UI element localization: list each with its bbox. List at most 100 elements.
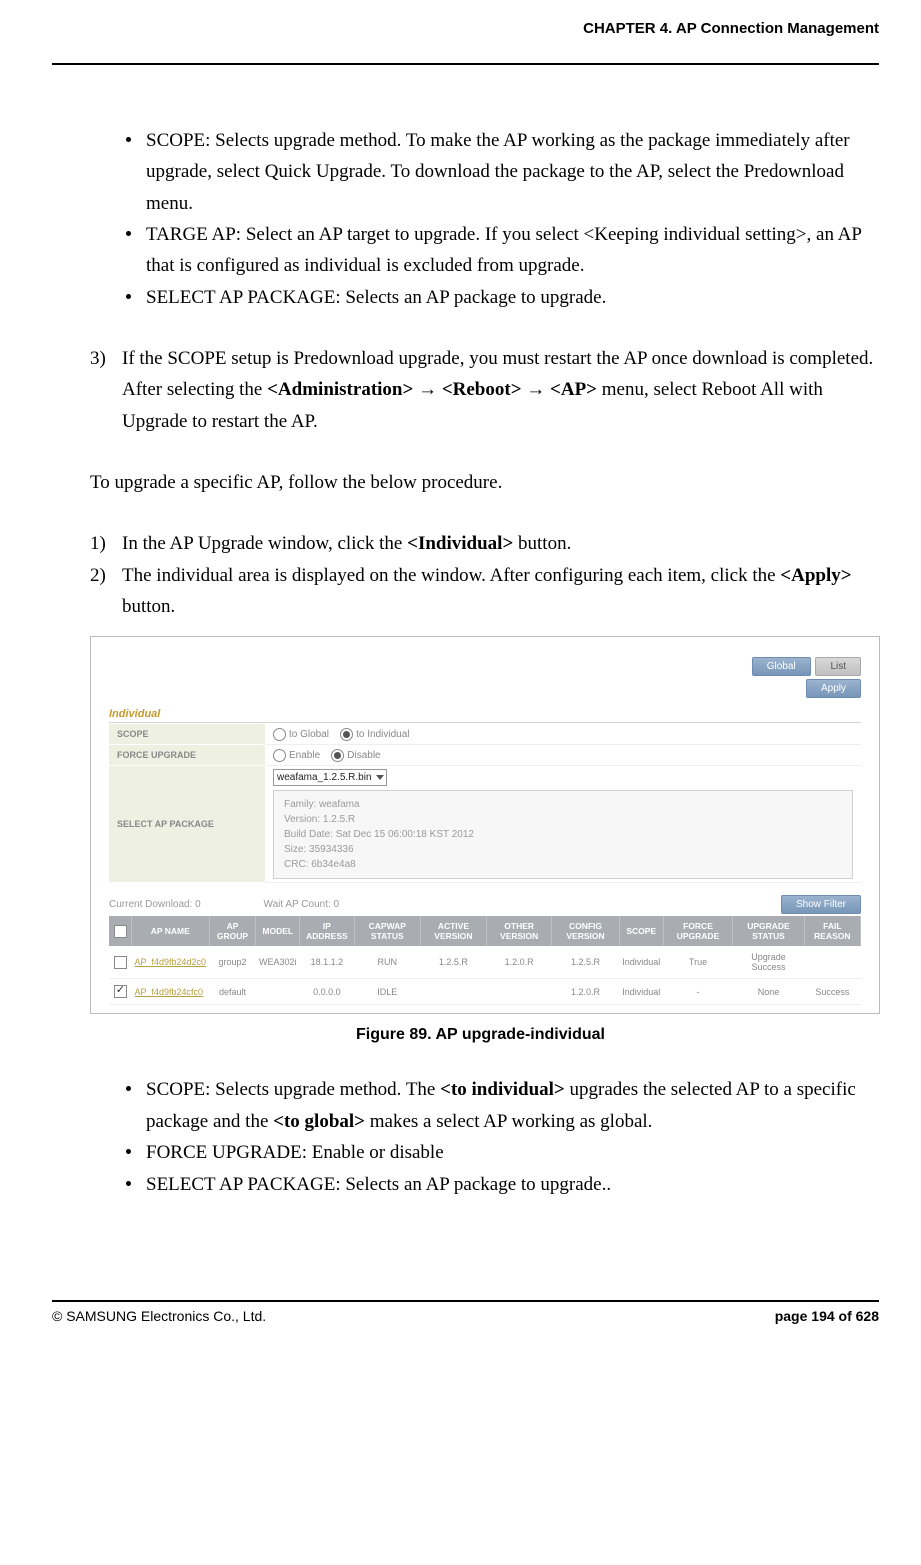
step-text: In the AP Upgrade window, click the <Ind…: [122, 528, 879, 559]
col-fail-reason: FAIL REASON: [804, 916, 860, 946]
text-run: SCOPE: Selects upgrade method. The: [146, 1079, 440, 1100]
cell: IDLE: [354, 979, 420, 1005]
col-ap-name: AP NAME: [132, 916, 210, 946]
label-select-package: SELECT AP PACKAGE: [109, 766, 265, 883]
package-info-box: Family: weafama Version: 1.2.5.R Build D…: [273, 790, 853, 879]
col-other-ver: OTHER VERSION: [487, 916, 552, 946]
cell: [256, 979, 300, 1005]
col-model: MODEL: [256, 916, 300, 946]
bold-run: <Apply>: [780, 565, 851, 586]
col-ap-group: AP GROUP: [209, 916, 256, 946]
screenshot-figure: Global List Apply Individual SCOPE to Gl…: [90, 636, 880, 1014]
row-checkbox[interactable]: [114, 956, 127, 969]
section-title-individual: Individual: [109, 708, 861, 723]
count-current-download: Current Download: 0: [109, 899, 201, 910]
col-upgrade-status: UPGRADE STATUS: [733, 916, 804, 946]
package-select[interactable]: weafama_1.2.5.R.bin: [273, 769, 387, 786]
cell: Upgrade Success: [733, 946, 804, 979]
bold-run: <Individual>: [407, 533, 513, 554]
text-run: button.: [122, 596, 175, 617]
table-row: AP_f4d9fb24d2c0 group2 WEA302i 18.1.1.2 …: [109, 946, 861, 979]
ap-link[interactable]: AP_f4d9fb24cfc0: [135, 987, 204, 997]
form-table: SCOPE to Global to Individual FORCE UPGR…: [109, 724, 861, 883]
info-line: Version: 1.2.5.R: [284, 812, 842, 827]
cell: 1.2.0.R: [487, 946, 552, 979]
cell: 1.2.5.R: [552, 946, 619, 979]
bullet-item: TARGE AP: Select an AP target to upgrade…: [126, 219, 879, 282]
col-ip: IP ADDRESS: [300, 916, 355, 946]
step-number: 3): [90, 343, 122, 437]
cell: -: [663, 979, 733, 1005]
radio-disable[interactable]: [331, 749, 344, 762]
cell: [487, 979, 552, 1005]
global-button[interactable]: Global: [752, 657, 811, 676]
cell: 0.0.0.0: [300, 979, 355, 1005]
ap-link[interactable]: AP_f4d9fb24d2c0: [135, 957, 207, 967]
radio-label: Enable: [289, 750, 320, 761]
checkbox-all[interactable]: [114, 925, 127, 938]
info-line: CRC: 6b34e4a8: [284, 857, 842, 872]
footer-copyright: © SAMSUNG Electronics Co., Ltd.: [52, 1308, 266, 1324]
show-filter-button[interactable]: Show Filter: [781, 895, 861, 914]
col-active-ver: ACTIVE VERSION: [420, 916, 486, 946]
bullet-list-1: SCOPE: Selects upgrade method. To make t…: [82, 125, 879, 313]
cell: Success: [804, 979, 860, 1005]
radio-to-individual[interactable]: [340, 728, 353, 741]
table-row: AP_f4d9fb24cfc0 default 0.0.0.0 IDLE 1.2…: [109, 979, 861, 1005]
bullet-item: FORCE UPGRADE: Enable or disable: [126, 1137, 879, 1168]
text-run: button.: [513, 533, 571, 554]
bold-run: <AP>: [550, 379, 597, 400]
numbered-step-3: 3) If the SCOPE setup is Predownload upg…: [82, 343, 879, 437]
cell: WEA302i: [256, 946, 300, 979]
footer-page-number: page 194 of 628: [775, 1308, 879, 1324]
bold-run: <Reboot>: [442, 379, 522, 400]
cell: 1.2.5.R: [420, 946, 486, 979]
cell: [420, 979, 486, 1005]
ap-grid: AP NAME AP GROUP MODEL IP ADDRESS CAPWAP…: [109, 916, 861, 1005]
bullet-item: SCOPE: Selects upgrade method. To make t…: [126, 125, 879, 219]
cell: True: [663, 946, 733, 979]
step-text: If the SCOPE setup is Predownload upgrad…: [122, 343, 879, 437]
label-scope: SCOPE: [109, 724, 265, 745]
figure-caption: Figure 89. AP upgrade-individual: [82, 1026, 879, 1044]
label-force-upgrade: FORCE UPGRADE: [109, 745, 265, 766]
chapter-header: CHAPTER 4. AP Connection Management: [52, 20, 879, 37]
bullet-list-2: SCOPE: Selects upgrade method. The <to i…: [82, 1074, 879, 1199]
numbered-step-2: 2) The individual area is displayed on t…: [82, 560, 879, 623]
arrow-icon: →: [413, 379, 442, 400]
step-number: 1): [90, 528, 122, 559]
cell: [804, 946, 860, 979]
bold-run: <to global>: [273, 1111, 365, 1132]
text-run: In the AP Upgrade window, click the: [122, 533, 407, 554]
info-line: Build Date: Sat Dec 15 06:00:18 KST 2012: [284, 827, 842, 842]
apply-button[interactable]: Apply: [806, 679, 861, 698]
radio-label: Disable: [347, 750, 380, 761]
arrow-icon: →: [522, 379, 551, 400]
radio-to-global[interactable]: [273, 728, 286, 741]
radio-label: to Individual: [356, 729, 409, 740]
bold-run: <Administration>: [267, 379, 413, 400]
list-button[interactable]: List: [815, 657, 861, 676]
bullet-item: SCOPE: Selects upgrade method. The <to i…: [126, 1074, 879, 1137]
text-run: The individual area is displayed on the …: [122, 565, 780, 586]
cell: None: [733, 979, 804, 1005]
col-scope: SCOPE: [619, 916, 663, 946]
col-capwap: CAPWAP STATUS: [354, 916, 420, 946]
cell: 1.2.0.R: [552, 979, 619, 1005]
cell: group2: [209, 946, 256, 979]
info-line: Size: 35934336: [284, 842, 842, 857]
cell: RUN: [354, 946, 420, 979]
col-force-upgrade: FORCE UPGRADE: [663, 916, 733, 946]
page-footer: © SAMSUNG Electronics Co., Ltd. page 194…: [52, 1300, 879, 1324]
col-config-ver: CONFIG VERSION: [552, 916, 619, 946]
paragraph: To upgrade a specific AP, follow the bel…: [90, 467, 879, 498]
step-text: The individual area is displayed on the …: [122, 560, 879, 623]
bullet-item: SELECT AP PACKAGE: Selects an AP package…: [126, 1169, 879, 1200]
cell: default: [209, 979, 256, 1005]
row-checkbox[interactable]: [114, 985, 127, 998]
cell: Individual: [619, 946, 663, 979]
bold-run: <to individual>: [440, 1079, 565, 1100]
radio-enable[interactable]: [273, 749, 286, 762]
radio-label: to Global: [289, 729, 329, 740]
count-wait-ap: Wait AP Count: 0: [264, 899, 340, 910]
